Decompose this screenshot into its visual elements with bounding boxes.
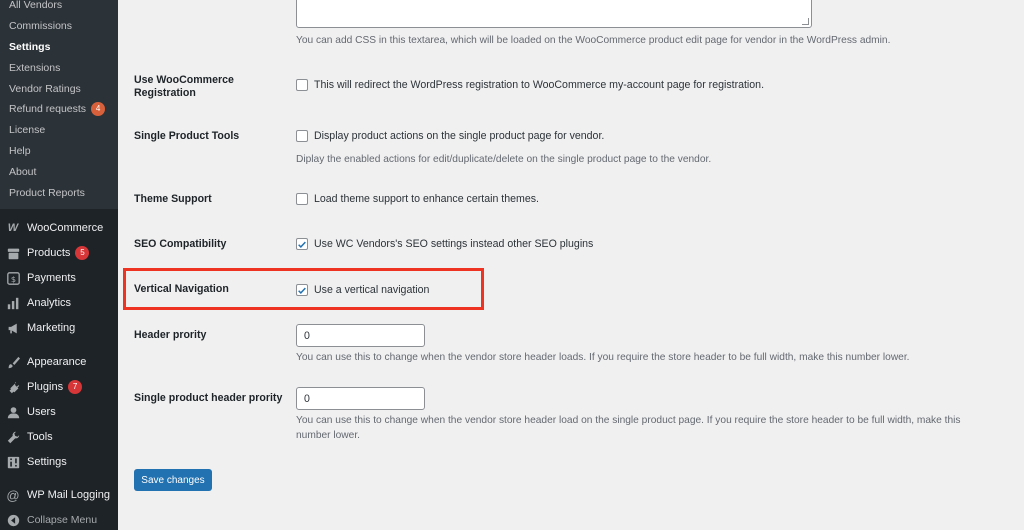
- woo-icon: W: [7, 222, 19, 234]
- woo-registration-option[interactable]: This will redirect the WordPress registr…: [296, 79, 764, 91]
- seo-compatibility-label: SEO Compatibility: [134, 238, 227, 250]
- menu-item-analytics[interactable]: Analytics: [0, 292, 118, 314]
- submenu-item-extensions[interactable]: Extensions: [0, 57, 118, 78]
- at-icon: @: [6, 487, 20, 503]
- collapse-arrow-icon: [6, 513, 20, 527]
- submenu-item-settings[interactable]: Settings: [0, 37, 118, 58]
- bar-chart-icon: [6, 296, 20, 310]
- header-priority-input[interactable]: 0: [296, 324, 425, 347]
- settings-content: You can add CSS in this textarea, which …: [118, 0, 1024, 530]
- submenu-item-help[interactable]: Help: [0, 141, 118, 162]
- theme-support-option[interactable]: Load theme support to enhance certain th…: [296, 193, 539, 205]
- submenu-item-license[interactable]: License: [0, 120, 118, 141]
- woo-registration-checkbox[interactable]: [296, 79, 308, 91]
- refund-count-badge: 4: [91, 102, 106, 117]
- plugins-count-badge: 7: [68, 380, 83, 394]
- submenu-item-about[interactable]: About: [0, 161, 118, 182]
- menu-item-woocommerce[interactable]: W WooCommerce: [0, 217, 118, 239]
- paintbrush-icon: [6, 355, 20, 369]
- woo-registration-label: Use WooCommerce Registration: [134, 74, 234, 99]
- custom-css-textarea[interactable]: [296, 0, 812, 28]
- single-product-tools-checkbox[interactable]: [296, 130, 308, 142]
- checkmark-icon: [298, 241, 306, 248]
- single-header-priority-description: You can use this to change when the vend…: [296, 415, 961, 441]
- menu-item-appearance[interactable]: Appearance: [0, 351, 118, 373]
- vertical-navigation-option[interactable]: Use a vertical navigation: [296, 284, 429, 296]
- archive-icon: [6, 246, 20, 260]
- user-icon: [6, 405, 20, 419]
- save-changes-button[interactable]: Save changes: [134, 469, 212, 491]
- header-priority-description: You can use this to change when the vend…: [296, 352, 910, 363]
- svg-text:$: $: [10, 273, 15, 283]
- wcvendors-submenu: All Vendors Commissions Settings Extensi…: [0, 0, 118, 209]
- menu-item-wp-mail-logging[interactable]: @ WP Mail Logging: [0, 484, 118, 506]
- menu-item-settings[interactable]: Settings: [0, 451, 118, 473]
- header-priority-label: Header prority: [134, 329, 207, 341]
- admin-sidebar: All Vendors Commissions Settings Extensi…: [0, 0, 118, 530]
- seo-compatibility-option[interactable]: Use WC Vendors's SEO settings instead ot…: [296, 238, 593, 250]
- settings-icon: [6, 455, 20, 469]
- resize-handle[interactable]: [802, 18, 809, 25]
- megaphone-icon: [6, 321, 20, 335]
- menu-item-products[interactable]: Products 5: [0, 242, 118, 264]
- menu-item-plugins[interactable]: Plugins 7: [0, 376, 118, 398]
- submenu-item-commissions[interactable]: Commissions: [0, 16, 118, 37]
- menu-item-marketing[interactable]: Marketing: [0, 317, 118, 339]
- collapse-menu-button[interactable]: Collapse Menu: [0, 509, 118, 530]
- single-header-priority-label: Single product header prority: [134, 392, 283, 404]
- vertical-navigation-checkbox[interactable]: [296, 284, 308, 296]
- plug-icon: [6, 380, 20, 394]
- submenu-item-vendor-ratings[interactable]: Vendor Ratings: [0, 78, 118, 99]
- menu-item-payments[interactable]: $ Payments: [0, 267, 118, 289]
- theme-support-checkbox[interactable]: [296, 193, 308, 205]
- checkmark-icon: [298, 287, 306, 294]
- products-count-badge: 5: [75, 246, 90, 260]
- submenu-item-refund-requests[interactable]: Refund requests 4: [0, 99, 118, 120]
- submenu-item-product-reports[interactable]: Product Reports: [0, 182, 118, 203]
- custom-css-description: You can add CSS in this textarea, which …: [296, 35, 891, 46]
- menu-item-tools[interactable]: Tools: [0, 426, 118, 448]
- single-product-tools-description: Diplay the enabled actions for edit/dupl…: [296, 154, 712, 165]
- single-header-priority-input[interactable]: 0: [296, 387, 425, 410]
- wrench-icon: [6, 430, 20, 444]
- vertical-navigation-label: Vertical Navigation: [134, 283, 229, 295]
- single-product-tools-option[interactable]: Display product actions on the single pr…: [296, 130, 604, 142]
- submenu-item-all-vendors[interactable]: All Vendors: [0, 0, 118, 16]
- menu-item-users[interactable]: Users: [0, 401, 118, 423]
- theme-support-label: Theme Support: [134, 193, 212, 205]
- seo-compatibility-checkbox[interactable]: [296, 238, 308, 250]
- single-product-tools-label: Single Product Tools: [134, 130, 240, 142]
- dollar-icon: $: [6, 271, 20, 285]
